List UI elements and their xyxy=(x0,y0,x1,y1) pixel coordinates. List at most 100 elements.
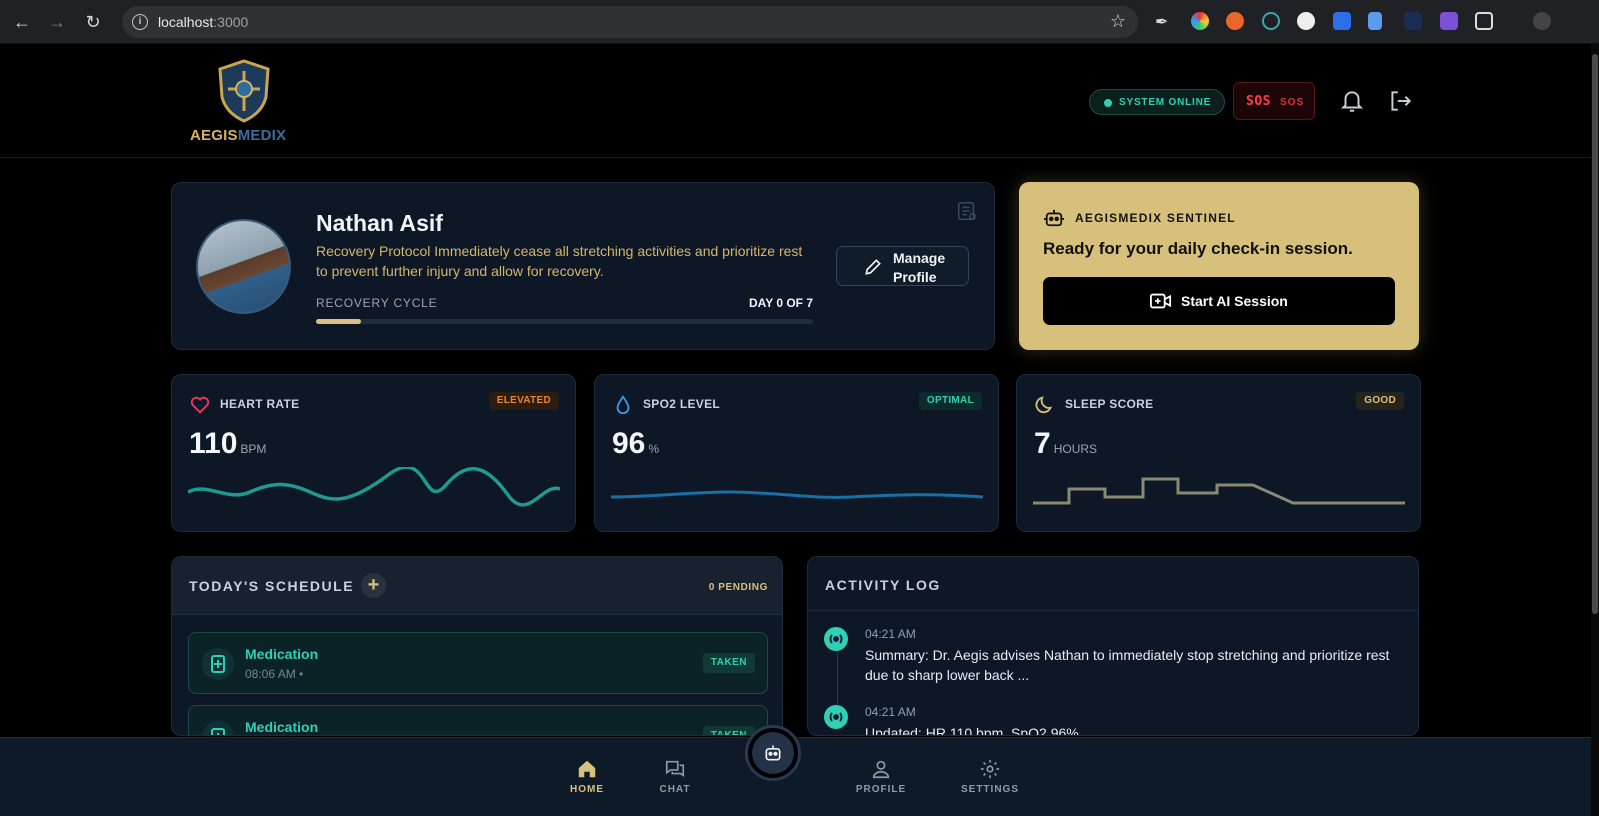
activity-log-header: ACTIVITY LOG xyxy=(808,557,1418,611)
schedule-title: TODAY'S SCHEDULE xyxy=(189,578,355,594)
sentinel-card: AEGISMEDIX SENTINEL Ready for your daily… xyxy=(1019,182,1419,350)
spo2-sparkline xyxy=(611,490,983,499)
sleep-score-card[interactable]: SLEEP SCORE GOOD 7 HOURS xyxy=(1016,374,1421,532)
sos-label: SOS xyxy=(1280,97,1305,108)
fab-inner xyxy=(752,732,794,774)
recovery-protocol-text: Recovery Protocol Immediately cease all … xyxy=(316,243,803,279)
heart-rate-card[interactable]: HEART RATE ELEVATED 110 BPM xyxy=(171,374,576,532)
activity-time: 04:21 AM xyxy=(865,627,916,641)
medication-icon xyxy=(202,648,234,680)
activity-time: 04:21 AM xyxy=(865,705,916,719)
reload-icon[interactable]: ↻ xyxy=(81,10,105,34)
heart-rate-sparkline xyxy=(188,467,560,507)
site-info-icon[interactable]: i xyxy=(132,14,148,30)
recovery-cycle-label: RECOVERY CYCLE xyxy=(316,296,438,310)
nav-settings-label: SETTINGS xyxy=(960,784,1019,795)
report-document-icon[interactable] xyxy=(956,200,978,222)
taken-badge[interactable]: TAKEN xyxy=(702,726,755,735)
forward-icon[interactable]: → xyxy=(45,10,69,34)
bell-icon[interactable] xyxy=(1339,88,1365,114)
taken-badge[interactable]: TAKEN xyxy=(702,653,755,673)
aegismedix-logo[interactable]: AEGISMEDIX xyxy=(190,59,300,149)
schedule-item[interactable]: Medication 08:06 AM • TAKEN xyxy=(188,632,768,694)
nav-chat-label: CHAT xyxy=(659,784,691,795)
logout-icon[interactable] xyxy=(1387,88,1413,114)
orange-extension-icon[interactable] xyxy=(1226,12,1244,30)
water-drop-icon xyxy=(616,395,630,415)
schedule-header: TODAY'S SCHEDULE + 0 PENDING xyxy=(172,557,782,615)
dark-extension-icon[interactable] xyxy=(1404,12,1422,30)
start-ai-session-button[interactable]: Start AI Session xyxy=(1043,277,1395,325)
page-scrollbar[interactable] xyxy=(1591,44,1599,816)
color-extension-icon[interactable] xyxy=(1191,12,1209,30)
video-plus-icon xyxy=(1150,293,1172,309)
manage-profile-label: Manage Profile xyxy=(893,250,946,285)
shield-logo-icon xyxy=(218,59,270,123)
heart-rate-status-badge: ELEVATED xyxy=(488,392,559,410)
address-bar[interactable]: i localhost:3000 ☆ xyxy=(122,6,1138,38)
profile-avatar-icon[interactable] xyxy=(1533,12,1551,30)
heart-rate-value: 110 BPM xyxy=(189,427,267,460)
schedule-item-time: 08:06 AM • xyxy=(245,667,304,681)
schedule-item-name: Medication xyxy=(245,646,319,662)
todays-schedule-panel: TODAY'S SCHEDULE + 0 PENDING Medication … xyxy=(171,556,783,736)
robot-icon xyxy=(765,745,781,761)
nav-settings[interactable]: SETTINGS xyxy=(955,758,1025,795)
sos-button[interactable]: SOS SOS xyxy=(1233,82,1315,120)
pending-count: 0 PENDING xyxy=(708,582,768,593)
nav-home[interactable]: HOME xyxy=(552,758,622,795)
sos-icon: SOS xyxy=(1246,94,1271,109)
start-ai-session-label: Start AI Session xyxy=(1181,293,1288,309)
profile-name: Nathan Asif xyxy=(316,210,443,236)
manage-profile-button[interactable]: Manage Profile xyxy=(836,246,969,286)
spo2-card[interactable]: SPO2 LEVEL OPTIMAL 96% xyxy=(594,374,999,532)
sleep-score-value: 7 HOURS xyxy=(1034,427,1098,460)
sentinel-title: AEGISMEDIX SENTINEL xyxy=(1075,211,1236,225)
sleep-sparkline xyxy=(1033,477,1405,505)
activity-log-panel: ACTIVITY LOG 04:21 AM Summary: Dr. Aegis… xyxy=(807,556,1419,736)
recovery-cycle-day: DAY 0 OF 7 xyxy=(748,296,813,310)
bookmark-star-icon[interactable]: ☆ xyxy=(1110,11,1126,32)
nav-home-label: HOME xyxy=(570,784,604,795)
back-icon[interactable]: ← xyxy=(10,10,34,34)
user-icon xyxy=(872,760,890,779)
gear-icon xyxy=(980,759,1000,779)
document-extension-icon[interactable] xyxy=(1368,12,1382,30)
blue-gear-extension-icon[interactable] xyxy=(1333,12,1351,30)
vue-extension-icon[interactable] xyxy=(1440,12,1458,30)
moon-icon xyxy=(1035,396,1053,414)
nav-profile-label: PROFILE xyxy=(855,784,907,795)
spo2-status-badge: OPTIMAL xyxy=(918,392,982,410)
chat-icon xyxy=(665,760,685,777)
recovery-progress-fill xyxy=(316,319,361,324)
recovery-progress-bar xyxy=(316,319,813,324)
schedule-item-name: Medication xyxy=(245,719,319,735)
sleep-score-status-badge: GOOD xyxy=(1356,392,1404,410)
status-text: SYSTEM ONLINE xyxy=(1119,97,1212,108)
ai-assistant-fab[interactable] xyxy=(745,725,801,781)
add-schedule-button[interactable]: + xyxy=(361,573,386,598)
profile-card: Nathan Asif Recovery Protocol Immediatel… xyxy=(171,182,995,350)
broadcast-icon xyxy=(824,705,848,729)
schedule-item[interactable]: Medication TAKEN xyxy=(188,705,768,735)
react-extension-icon[interactable] xyxy=(1262,12,1280,30)
url-text[interactable]: localhost:3000 xyxy=(158,14,248,30)
activity-text: Summary: Dr. Aegis advises Nathan to imm… xyxy=(865,647,1390,683)
robot-icon xyxy=(1044,209,1064,227)
white-extension-icon[interactable] xyxy=(1297,12,1315,30)
extensions-puzzle-icon[interactable] xyxy=(1475,12,1493,30)
scrollbar-thumb[interactable] xyxy=(1592,54,1598,614)
heart-icon xyxy=(190,396,210,414)
nav-chat[interactable]: CHAT xyxy=(640,758,710,795)
heart-rate-label: HEART RATE xyxy=(220,397,300,411)
nav-profile[interactable]: PROFILE xyxy=(846,758,916,795)
spo2-unit: % xyxy=(648,442,660,456)
heart-rate-unit: BPM xyxy=(240,442,267,456)
eyedropper-extension-icon[interactable]: ✒ xyxy=(1155,12,1173,31)
home-icon xyxy=(578,760,596,778)
browser-toolbar: ← → ↻ i localhost:3000 ☆ ✒ xyxy=(0,0,1599,44)
pencil-icon xyxy=(865,259,881,275)
spo2-label: SPO2 LEVEL xyxy=(643,397,721,411)
activity-text: Updated: HR 110 bpm, SpO2 96% xyxy=(865,725,1079,736)
medication-icon xyxy=(202,721,234,735)
